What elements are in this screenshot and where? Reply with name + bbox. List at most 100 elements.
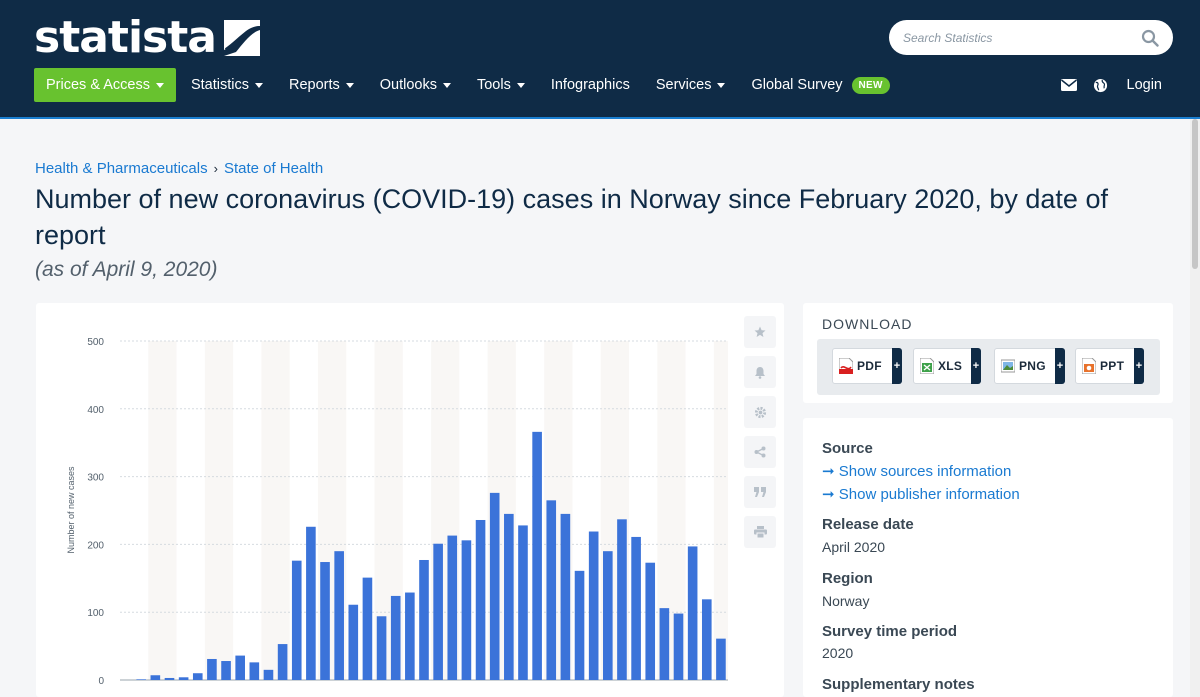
chart-bar[interactable] (673, 613, 684, 680)
chart-bar[interactable] (716, 638, 726, 680)
source-heading: Source (822, 440, 873, 457)
breadcrumb-state-of-health[interactable]: State of Health (224, 160, 323, 177)
download-png-button[interactable]: PNG + (994, 348, 1065, 384)
search-input[interactable] (903, 20, 1133, 55)
chart-bar[interactable] (518, 525, 528, 680)
chart-bar[interactable] (291, 560, 302, 680)
quote-icon[interactable] (744, 476, 776, 508)
nav-infographics[interactable]: Infographics (538, 68, 643, 102)
download-ppt-button[interactable]: PPT + (1075, 348, 1144, 384)
chevron-down-icon (254, 82, 263, 88)
nav-tools[interactable]: Tools (464, 68, 538, 102)
show-sources-link[interactable]: ➞ Show sources information (822, 462, 1011, 480)
chart-bar[interactable] (376, 616, 387, 680)
chart-bar[interactable] (461, 540, 472, 680)
y-tick-label: 300 (87, 473, 104, 484)
chart-bar[interactable] (546, 500, 557, 680)
chart-bar[interactable] (178, 677, 189, 680)
chart-bar[interactable] (433, 543, 443, 680)
chevron-down-icon (345, 82, 354, 88)
print-icon[interactable] (744, 516, 776, 548)
chart-bar[interactable] (405, 592, 415, 680)
download-pdf-button[interactable]: PDF + (832, 348, 902, 384)
chevron-down-icon (717, 82, 726, 88)
chart-bar[interactable] (659, 608, 670, 680)
chart-bar[interactable] (631, 536, 641, 680)
settings-gear-icon[interactable] (744, 396, 776, 428)
nav-label: Services (655, 77, 712, 93)
chart-bar[interactable] (164, 677, 175, 680)
chart-bar[interactable] (221, 661, 231, 680)
chart-bar[interactable] (235, 655, 245, 680)
chart-bar[interactable] (419, 559, 429, 680)
chart-bar[interactable] (306, 526, 316, 680)
xls-file-icon (920, 358, 934, 374)
chart-bar[interactable] (277, 644, 288, 680)
notification-bell-icon[interactable] (744, 356, 776, 388)
page-subtitle: (as of April 9, 2020) (35, 258, 218, 281)
chart-band (148, 341, 177, 680)
plus-icon: + (971, 348, 981, 384)
page-scrollbar[interactable] (1190, 119, 1200, 697)
favorite-star-icon[interactable] (744, 316, 776, 348)
chart-bar[interactable] (263, 669, 274, 680)
nav-global-survey[interactable]: Global Survey NEW (738, 68, 902, 102)
chart-bar[interactable] (320, 562, 330, 680)
chart-bar[interactable] (574, 570, 585, 680)
chart-bar[interactable] (447, 535, 458, 680)
chart-bar[interactable] (532, 431, 542, 680)
nav-reports[interactable]: Reports (276, 68, 367, 102)
download-buttons: PDF + XLS + PNG + PPT + (817, 339, 1160, 395)
nav-prices-access[interactable]: Prices & Access (34, 68, 176, 102)
y-tick-label: 400 (87, 405, 104, 416)
nav-services[interactable]: Services (643, 68, 739, 102)
chart-bar[interactable] (588, 531, 599, 680)
breadcrumb: Health & Pharmaceuticals › State of Heal… (35, 160, 323, 177)
chevron-right-icon: › (213, 161, 218, 176)
chart-bar[interactable] (504, 513, 514, 680)
chart-bar[interactable] (362, 577, 373, 680)
main-nav: Prices & Access Statistics Reports Outlo… (34, 68, 903, 102)
login-link[interactable]: Login (1127, 77, 1162, 93)
chart-bar[interactable] (390, 595, 401, 680)
format-label: PNG (1019, 359, 1046, 373)
chart-bar[interactable] (701, 599, 712, 680)
chart-bar[interactable] (348, 604, 359, 680)
download-title: DOWNLOAD (822, 316, 913, 332)
arrow-right-icon: ➞ (822, 486, 835, 503)
plus-icon: + (892, 348, 902, 384)
chart-bar[interactable] (489, 492, 500, 680)
chart-bar[interactable] (687, 546, 698, 680)
chart-bar[interactable] (617, 519, 627, 680)
globe-icon[interactable] (1085, 68, 1117, 102)
share-icon[interactable] (744, 436, 776, 468)
chart-bar[interactable] (560, 513, 571, 680)
scrollbar-thumb[interactable] (1192, 119, 1198, 269)
show-publisher-link[interactable]: ➞ Show publisher information (822, 485, 1020, 503)
y-tick-label: 200 (87, 540, 104, 551)
chart-band (713, 341, 728, 680)
chart-bar[interactable] (249, 662, 260, 680)
statista-logo[interactable]: statista (34, 14, 260, 62)
chart-bar[interactable] (192, 673, 203, 680)
nav-label: Global Survey (751, 77, 843, 93)
region-value: Norway (822, 593, 870, 609)
breadcrumb-health[interactable]: Health & Pharmaceuticals (35, 160, 208, 177)
mail-icon[interactable] (1053, 68, 1085, 102)
nav-outlooks[interactable]: Outlooks (367, 68, 464, 102)
chart-bar[interactable] (150, 675, 161, 680)
search-icon[interactable] (1141, 29, 1159, 47)
chart-bar[interactable] (475, 519, 486, 680)
nav-statistics[interactable]: Statistics (178, 68, 276, 102)
chart-bar[interactable] (207, 658, 217, 680)
download-xls-button[interactable]: XLS + (913, 348, 981, 384)
chart-bar[interactable] (334, 551, 344, 680)
plus-icon: + (1055, 348, 1065, 384)
chart-bar[interactable] (603, 551, 613, 680)
logo-mark-icon (223, 20, 260, 56)
png-file-icon (1001, 359, 1015, 373)
nav-label: Reports (288, 77, 340, 93)
chart-bar[interactable] (136, 679, 147, 680)
chart-bar[interactable] (645, 562, 656, 680)
supplementary-notes-heading: Supplementary notes (822, 676, 975, 693)
